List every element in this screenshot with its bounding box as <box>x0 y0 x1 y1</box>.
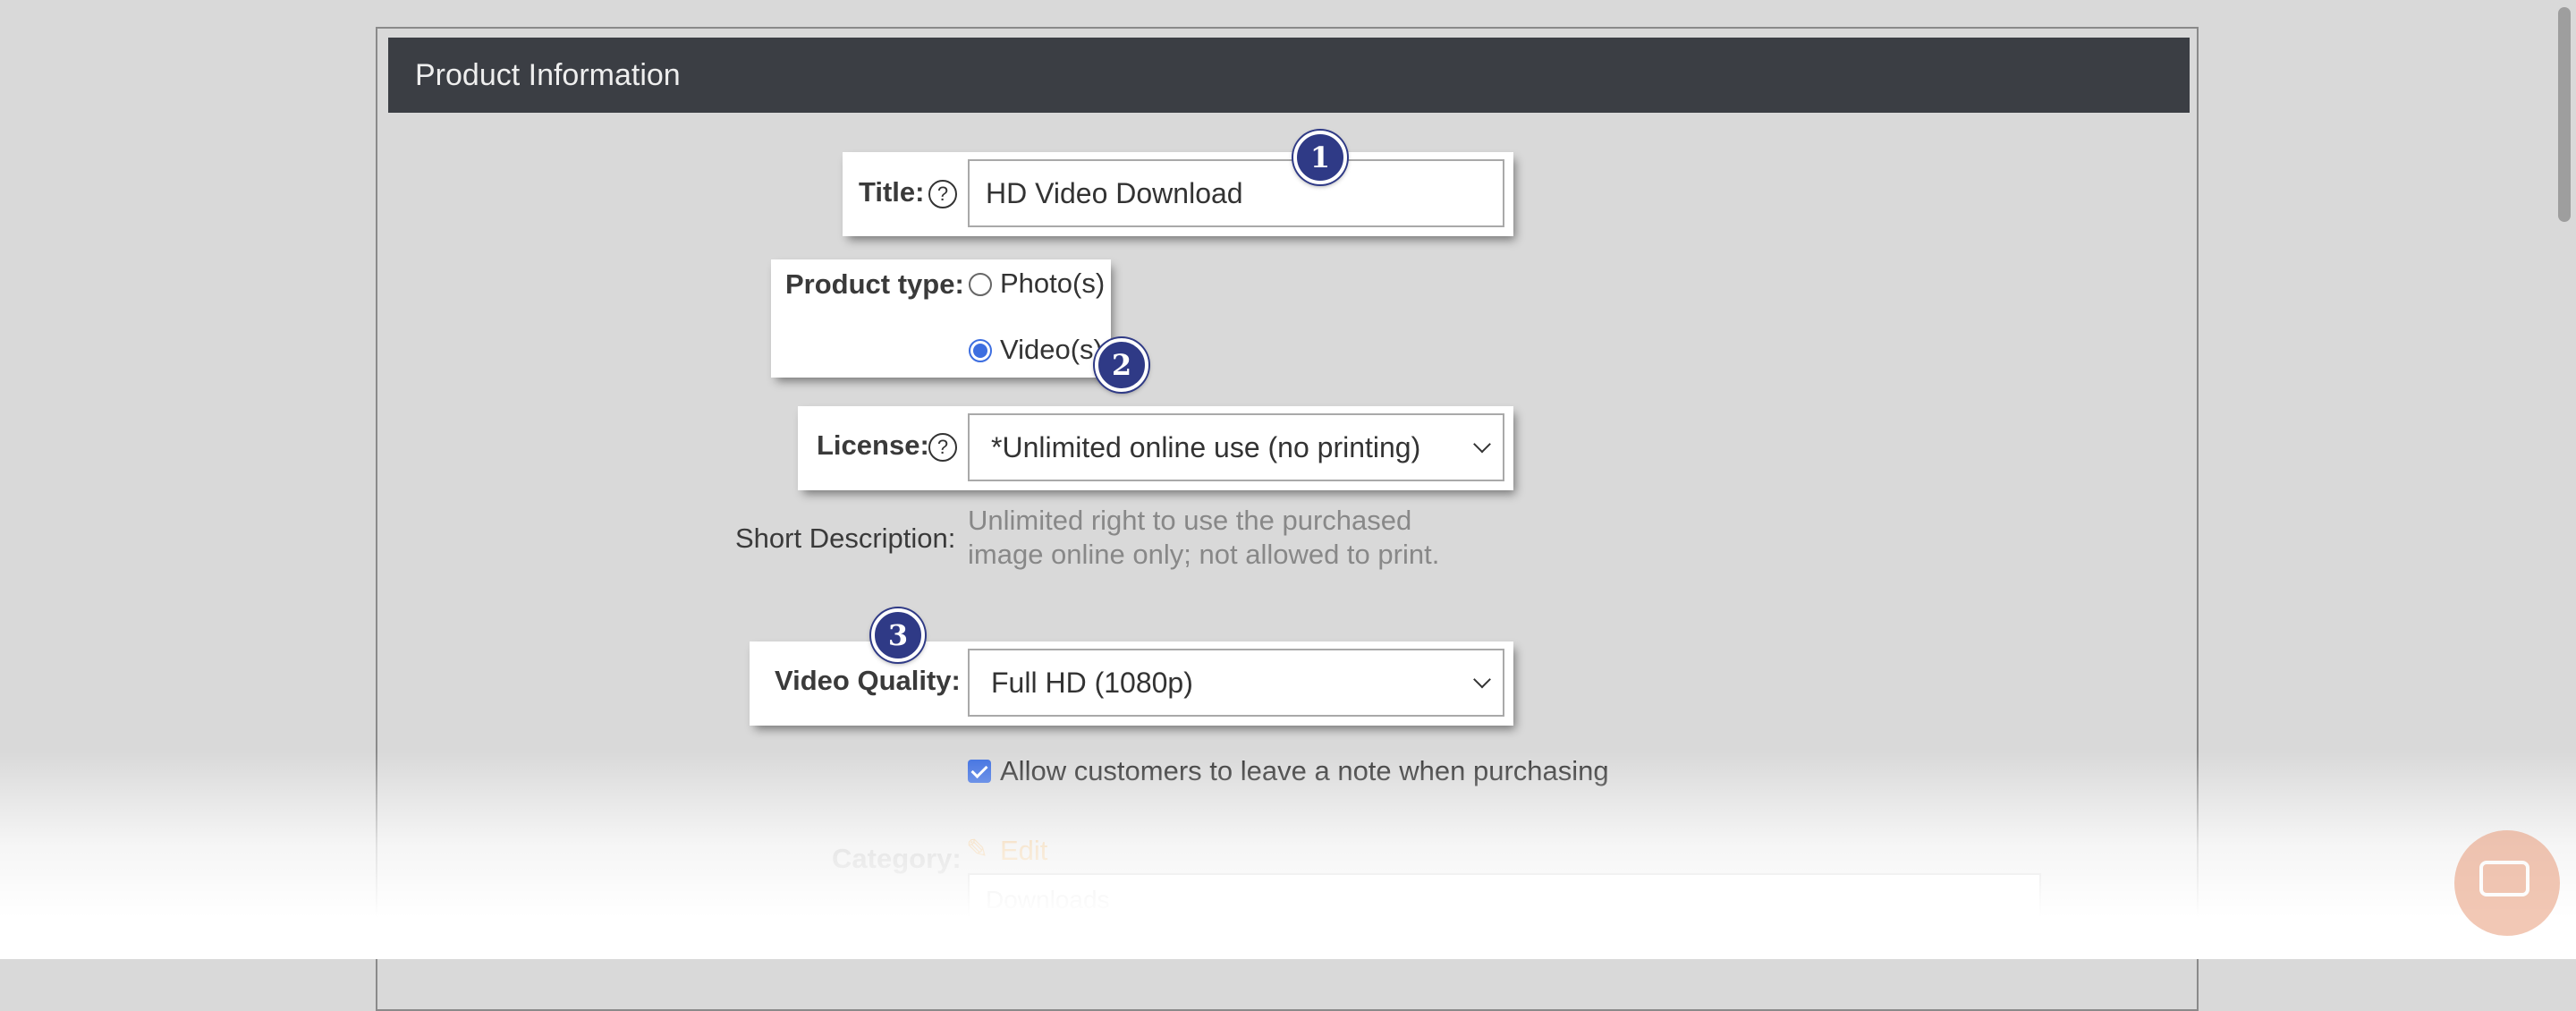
photo-option-label[interactable]: Photo(s) <box>1000 268 1105 300</box>
title-label: Title: <box>859 176 925 208</box>
category-label: Category: <box>832 843 962 874</box>
allow-note-checkbox[interactable] <box>968 760 991 783</box>
video-radio[interactable] <box>969 339 992 362</box>
step-badge-1: 1 <box>1293 131 1347 184</box>
category-select[interactable]: Downloads <box>968 873 2041 927</box>
license-help-icon[interactable]: ? <box>928 433 957 462</box>
short-description-label: Short Description: <box>735 522 956 554</box>
title-input-value: HD Video Download <box>986 176 1243 209</box>
product-type-label: Product type: <box>785 268 964 300</box>
step-badge-2: 2 <box>1095 338 1148 392</box>
video-quality-selected-value: Full HD (1080p) <box>991 666 1193 699</box>
video-option-label[interactable]: Video(s) <box>1000 334 1103 366</box>
panel-header: Product Information <box>388 38 2190 113</box>
photo-radio[interactable] <box>969 273 992 296</box>
pencil-icon[interactable]: ✎ <box>966 834 988 865</box>
page-scrollbar[interactable] <box>2558 7 2571 222</box>
video-quality-select[interactable]: Full HD (1080p) <box>968 649 1504 717</box>
panel-title: Product Information <box>415 57 681 92</box>
short-description-text: Unlimited right to use the purchased ima… <box>968 504 1439 572</box>
allow-note-label[interactable]: Allow customers to leave a note when pur… <box>1000 755 1609 787</box>
chat-icon <box>2479 861 2529 896</box>
chat-widget-button[interactable] <box>2454 830 2560 936</box>
chevron-down-icon <box>1473 670 1491 689</box>
short-description-line-1: Unlimited right to use the purchased <box>968 505 1412 536</box>
license-selected-value: *Unlimited online use (no printing) <box>991 430 1421 463</box>
title-help-icon[interactable]: ? <box>928 180 957 208</box>
video-quality-label: Video Quality: <box>775 665 961 696</box>
category-edit-link[interactable]: Edit <box>1000 835 1047 867</box>
step-badge-3: 3 <box>871 608 925 662</box>
license-label: License: <box>817 429 929 461</box>
title-input[interactable]: HD Video Download <box>968 159 1504 227</box>
category-selected-value: Downloads <box>986 886 1110 913</box>
short-description-line-2: image online only; not allowed to print. <box>968 539 1440 570</box>
chevron-down-icon <box>1473 435 1491 454</box>
license-select[interactable]: *Unlimited online use (no printing) <box>968 413 1504 481</box>
